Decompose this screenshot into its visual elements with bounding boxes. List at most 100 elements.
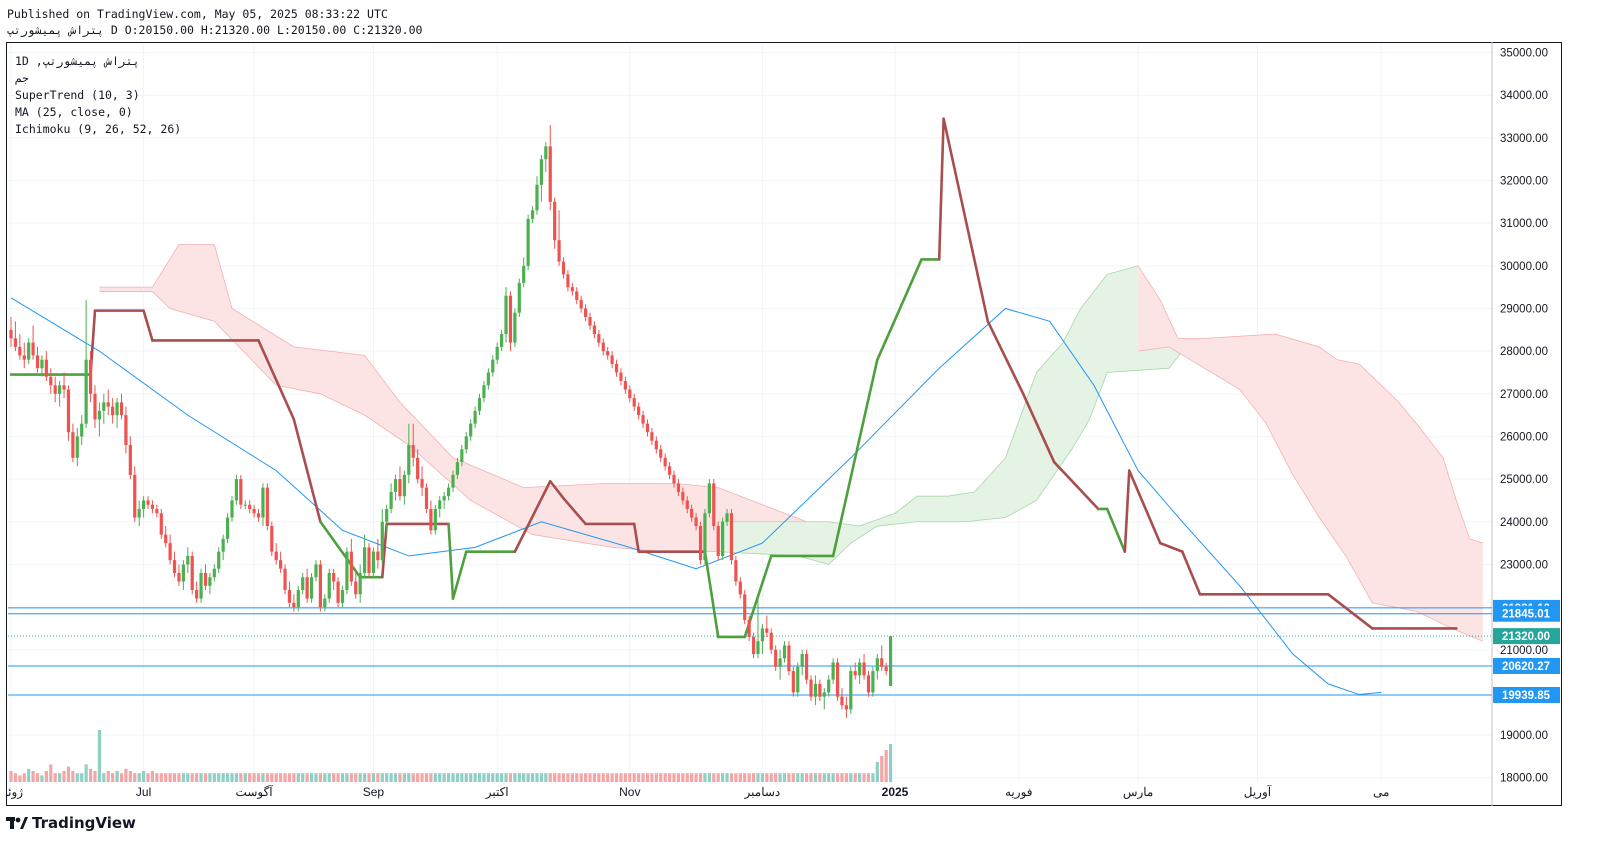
- volume-bar: [248, 773, 252, 782]
- volume-bar: [420, 773, 424, 782]
- volume-bar: [822, 773, 826, 782]
- price-chart[interactable]: 35000.00 34000.00 33000.00 32000.00 31000.00…: [6, 42, 1562, 806]
- candle: [97, 402, 101, 437]
- candle-body: [491, 359, 495, 373]
- volume-bar: [265, 773, 269, 782]
- candle: [818, 679, 822, 701]
- volume-bar: [398, 773, 402, 782]
- volume-bar: [225, 773, 230, 782]
- candle: [420, 466, 424, 497]
- volume-bar: [301, 773, 305, 782]
- volume-bar: [760, 773, 764, 782]
- candle-body: [336, 581, 340, 603]
- candle: [570, 282, 574, 296]
- volume-bar: [150, 771, 155, 782]
- candle: [805, 649, 809, 684]
- volume-bar: [721, 773, 725, 782]
- candle: [150, 500, 155, 514]
- volume-bar: [703, 773, 707, 782]
- time-tick-label: آگوست: [236, 784, 274, 799]
- candle: [712, 479, 716, 531]
- candle: [734, 555, 738, 586]
- time-tick-label: دسامبر: [744, 785, 781, 799]
- candle: [429, 500, 433, 535]
- candle-body: [309, 577, 314, 599]
- candle-body: [623, 381, 627, 390]
- volume-bar: [102, 773, 106, 782]
- volume-bar: [274, 773, 278, 782]
- candle: [539, 154, 543, 202]
- candle: [553, 197, 557, 249]
- volume-bar: [610, 773, 614, 782]
- candle: [778, 649, 782, 680]
- volume-bar: [309, 773, 314, 782]
- volume-bar: [332, 773, 336, 782]
- candle-body: [31, 342, 35, 356]
- candle-body: [283, 568, 287, 591]
- candle-body: [411, 444, 415, 458]
- supertrend-segment: [876, 328, 892, 361]
- price-tick-label: 24000.00: [1500, 517, 1548, 529]
- volume-bar: [164, 773, 168, 782]
- volume-bar: [367, 773, 371, 782]
- time-tick-label: فوریه: [1005, 785, 1033, 799]
- candle: [248, 500, 252, 514]
- candle-body: [787, 645, 791, 672]
- candle: [822, 688, 826, 710]
- legend-supertrend[interactable]: SuperTrend (10, 3): [15, 87, 181, 104]
- candle-body: [150, 504, 155, 509]
- price-label-text: 21320.00: [1502, 631, 1550, 643]
- candle-body: [694, 517, 698, 527]
- candle-body: [822, 692, 826, 697]
- candle-body: [296, 590, 300, 608]
- candle-body: [66, 389, 71, 433]
- candle: [177, 564, 181, 586]
- candle-body: [75, 436, 79, 458]
- candle-body: [800, 654, 804, 667]
- volume-bar: [880, 756, 884, 782]
- volume-bar: [402, 773, 406, 782]
- candle-body: [539, 159, 543, 185]
- candle-body: [809, 679, 813, 697]
- volume-bar: [614, 773, 619, 782]
- volume-bar: [358, 773, 362, 782]
- candle: [641, 410, 645, 428]
- candle-body: [871, 671, 875, 693]
- price-label-text: 21845.01: [1502, 609, 1551, 621]
- volume-bar: [88, 768, 93, 782]
- candle-body: [429, 508, 433, 531]
- supertrend-segment: [942, 117, 990, 323]
- candle-body: [62, 385, 66, 390]
- candle-body: [654, 440, 658, 450]
- volume-bar: [774, 773, 778, 782]
- volume-bar: [256, 773, 261, 782]
- candle: [438, 496, 442, 518]
- volume-bar: [725, 773, 729, 782]
- candle-body: [667, 466, 672, 475]
- legend-ichimoku[interactable]: Ichimoku (9, 26, 52, 26): [15, 121, 181, 138]
- candle-body: [13, 338, 18, 347]
- volume-bar: [765, 773, 769, 782]
- candle: [261, 483, 265, 527]
- volume-bar: [491, 773, 495, 782]
- volume-bar: [672, 773, 676, 782]
- candle: [464, 432, 468, 454]
- volume-bar: [27, 768, 31, 782]
- candle-body: [40, 359, 44, 369]
- candle-body: [323, 598, 327, 608]
- candle: [442, 491, 446, 509]
- candle-body: [58, 385, 62, 394]
- volume-bar: [181, 773, 185, 782]
- volume-bar: [438, 773, 442, 782]
- price-tick-label: 23000.00: [1500, 559, 1548, 571]
- volume-bar: [446, 773, 451, 782]
- legend-ma[interactable]: MA (25, close, 0): [15, 104, 181, 121]
- candle-body: [208, 577, 212, 586]
- candle: [424, 483, 429, 514]
- candle-body: [566, 274, 570, 288]
- volume-bar: [884, 750, 888, 782]
- volume-bar: [363, 773, 367, 782]
- volume-bar: [504, 773, 508, 782]
- volume-bar: [172, 773, 177, 782]
- time-tick-label: اکتبر: [485, 785, 509, 799]
